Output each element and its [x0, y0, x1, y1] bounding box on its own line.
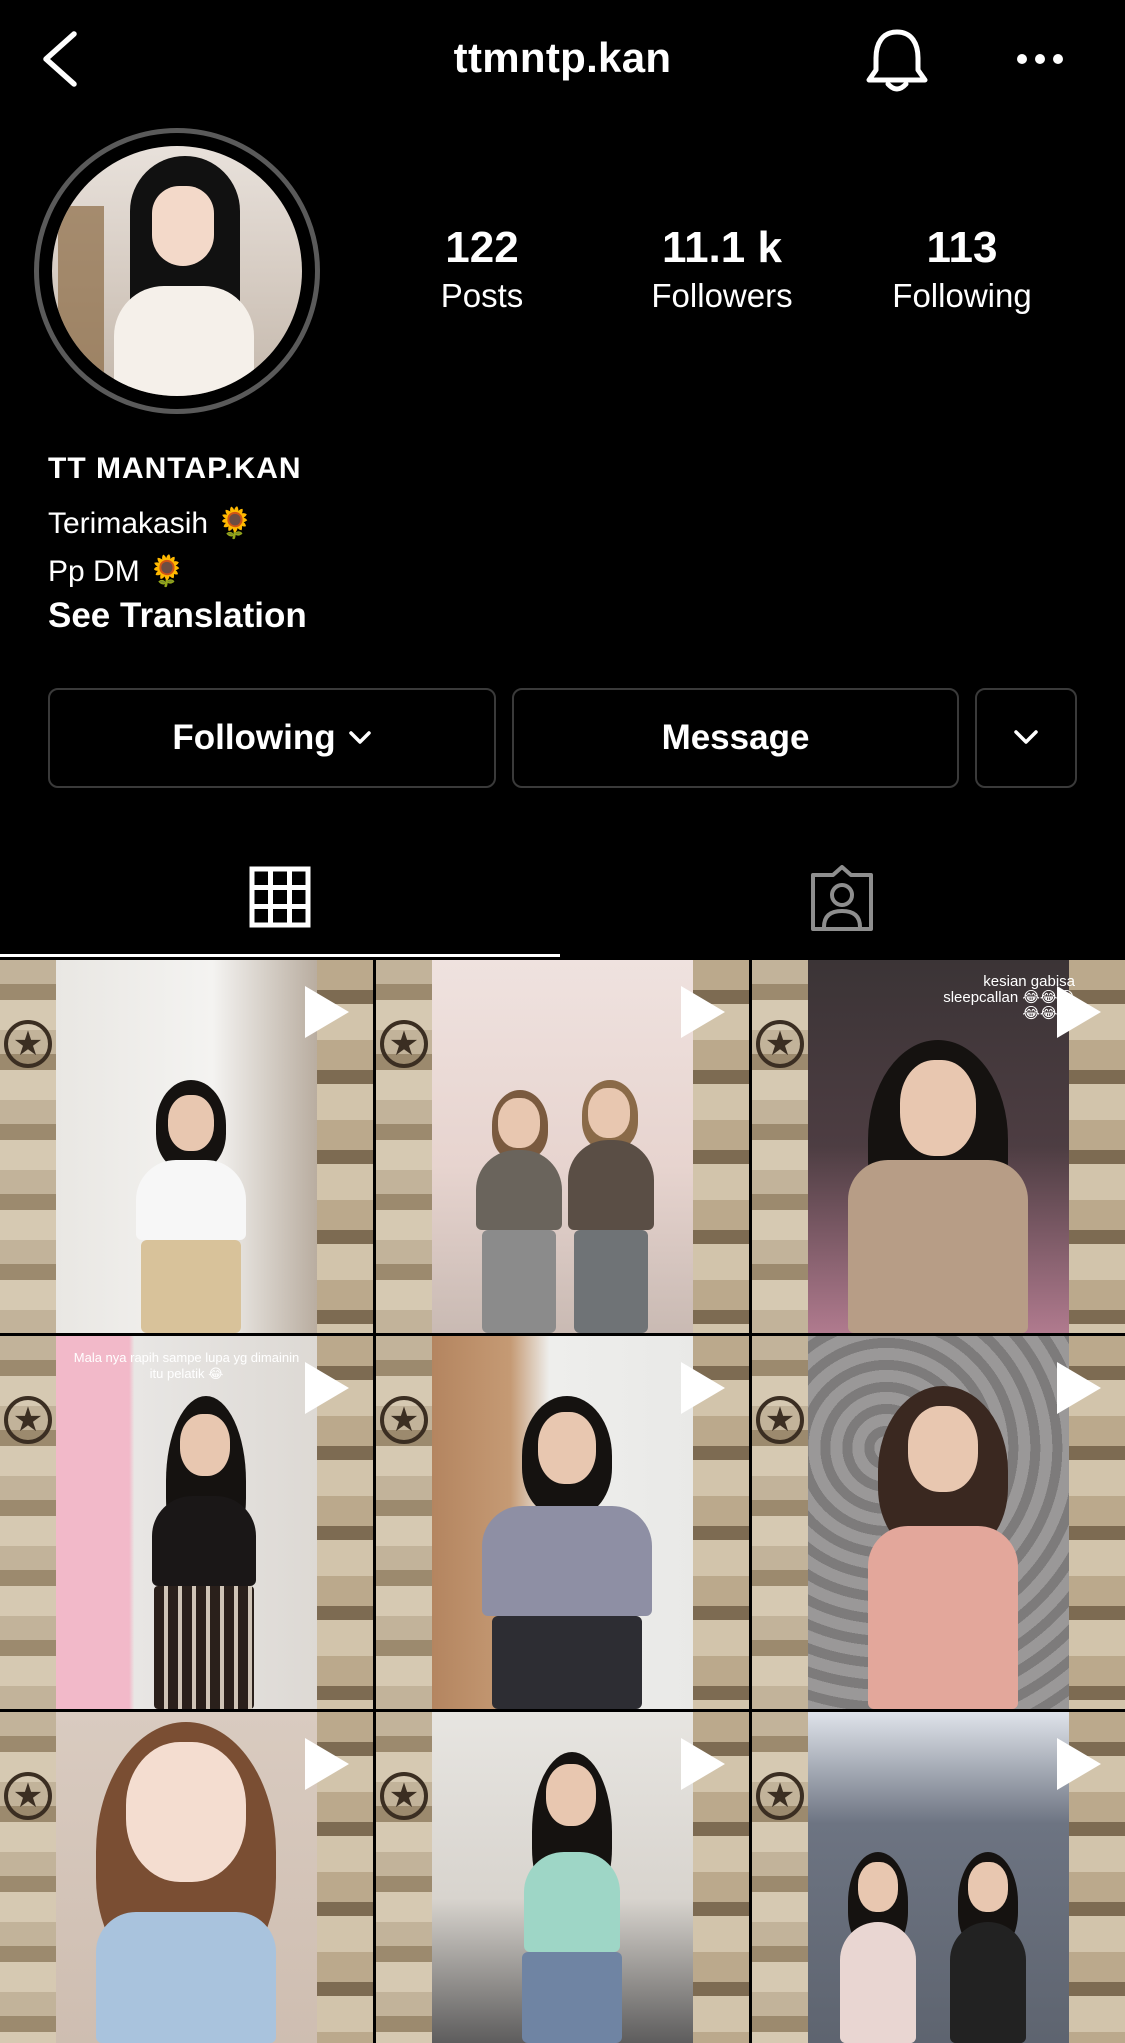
profile-username: ttmntp.kan	[453, 34, 672, 81]
post-thumbnail[interactable]: ★	[0, 1712, 373, 2043]
post-thumbnail[interactable]: ★	[376, 1336, 749, 1709]
stat-following[interactable]: 113 Following	[862, 222, 1062, 316]
post-thumbnail[interactable]: ★	[752, 1336, 1125, 1709]
play-icon	[1057, 1738, 1101, 1790]
post-thumbnail[interactable]: ★ kesian gabisa sleepcallan 😂😂😂😂😂😂	[752, 960, 1125, 1333]
top-bar: ttmntp.kan	[0, 0, 1125, 120]
star-icon: ★	[4, 1020, 52, 1068]
posts-grid: ★ ★ ★ kesian gabisa sleepcallan 😂😂😂😂😂😂 ★…	[0, 960, 1125, 2043]
posts-label: Posts	[440, 277, 524, 314]
play-icon	[681, 986, 725, 1038]
star-icon: ★	[380, 1020, 428, 1068]
more-options-button[interactable]	[1012, 36, 1068, 82]
notifications-button[interactable]	[862, 24, 932, 98]
see-translation-link[interactable]: See Translation	[48, 596, 307, 636]
chevron-down-icon	[1014, 730, 1038, 744]
star-icon: ★	[4, 1772, 52, 1820]
post-thumbnail[interactable]: ★	[0, 960, 373, 1333]
bio-line: Pp DM 🌻	[48, 555, 186, 588]
post-thumbnail[interactable]: ★	[376, 1712, 749, 2043]
play-icon	[305, 1362, 349, 1414]
profile-avatar-ring[interactable]	[34, 128, 320, 414]
profile-tabs	[0, 840, 1125, 960]
play-icon	[681, 1362, 725, 1414]
bio-line: Terimakasih 🌻	[48, 507, 254, 540]
post-thumbnail[interactable]: ★	[752, 1712, 1125, 2043]
tab-tagged[interactable]	[562, 840, 1122, 957]
stat-posts[interactable]: 122 Posts	[382, 222, 582, 316]
following-count: 113	[926, 223, 998, 272]
play-icon	[305, 1738, 349, 1790]
more-horizontal-icon	[1017, 54, 1063, 64]
star-icon: ★	[756, 1020, 804, 1068]
posts-count: 122	[445, 223, 519, 272]
following-button-label: Following	[172, 718, 336, 757]
message-button-label: Message	[661, 718, 810, 757]
following-label: Following	[892, 277, 1032, 314]
post-thumbnail[interactable]: ★	[376, 960, 749, 1333]
star-icon: ★	[380, 1772, 428, 1820]
post-thumbnail[interactable]: ★ Mala nya rapih sampe lupa yg dimainin …	[0, 1336, 373, 1709]
following-button[interactable]: Following	[48, 688, 496, 788]
tagged-person-icon	[811, 864, 873, 931]
stat-followers[interactable]: 11.1 k Followers	[622, 222, 822, 316]
followers-count: 11.1 k	[662, 223, 782, 272]
suggested-accounts-button[interactable]	[975, 688, 1077, 788]
chevron-down-icon	[348, 731, 371, 744]
bell-icon	[866, 29, 928, 92]
play-icon	[681, 1738, 725, 1790]
profile-avatar[interactable]	[52, 146, 302, 396]
profile-full-name: TT MANTAP.KAN	[48, 452, 302, 485]
play-icon	[1057, 986, 1101, 1038]
star-icon: ★	[4, 1396, 52, 1444]
play-icon	[305, 986, 349, 1038]
grid-icon	[249, 866, 311, 928]
tab-posts-grid[interactable]	[0, 840, 560, 957]
play-icon	[1057, 1362, 1101, 1414]
star-icon: ★	[756, 1396, 804, 1444]
star-icon: ★	[380, 1396, 428, 1444]
star-icon: ★	[756, 1772, 804, 1820]
message-button[interactable]: Message	[512, 688, 959, 788]
post-overlay-caption: Mala nya rapih sampe lupa yg dimainin it…	[73, 1350, 300, 1381]
followers-label: Followers	[651, 277, 793, 314]
